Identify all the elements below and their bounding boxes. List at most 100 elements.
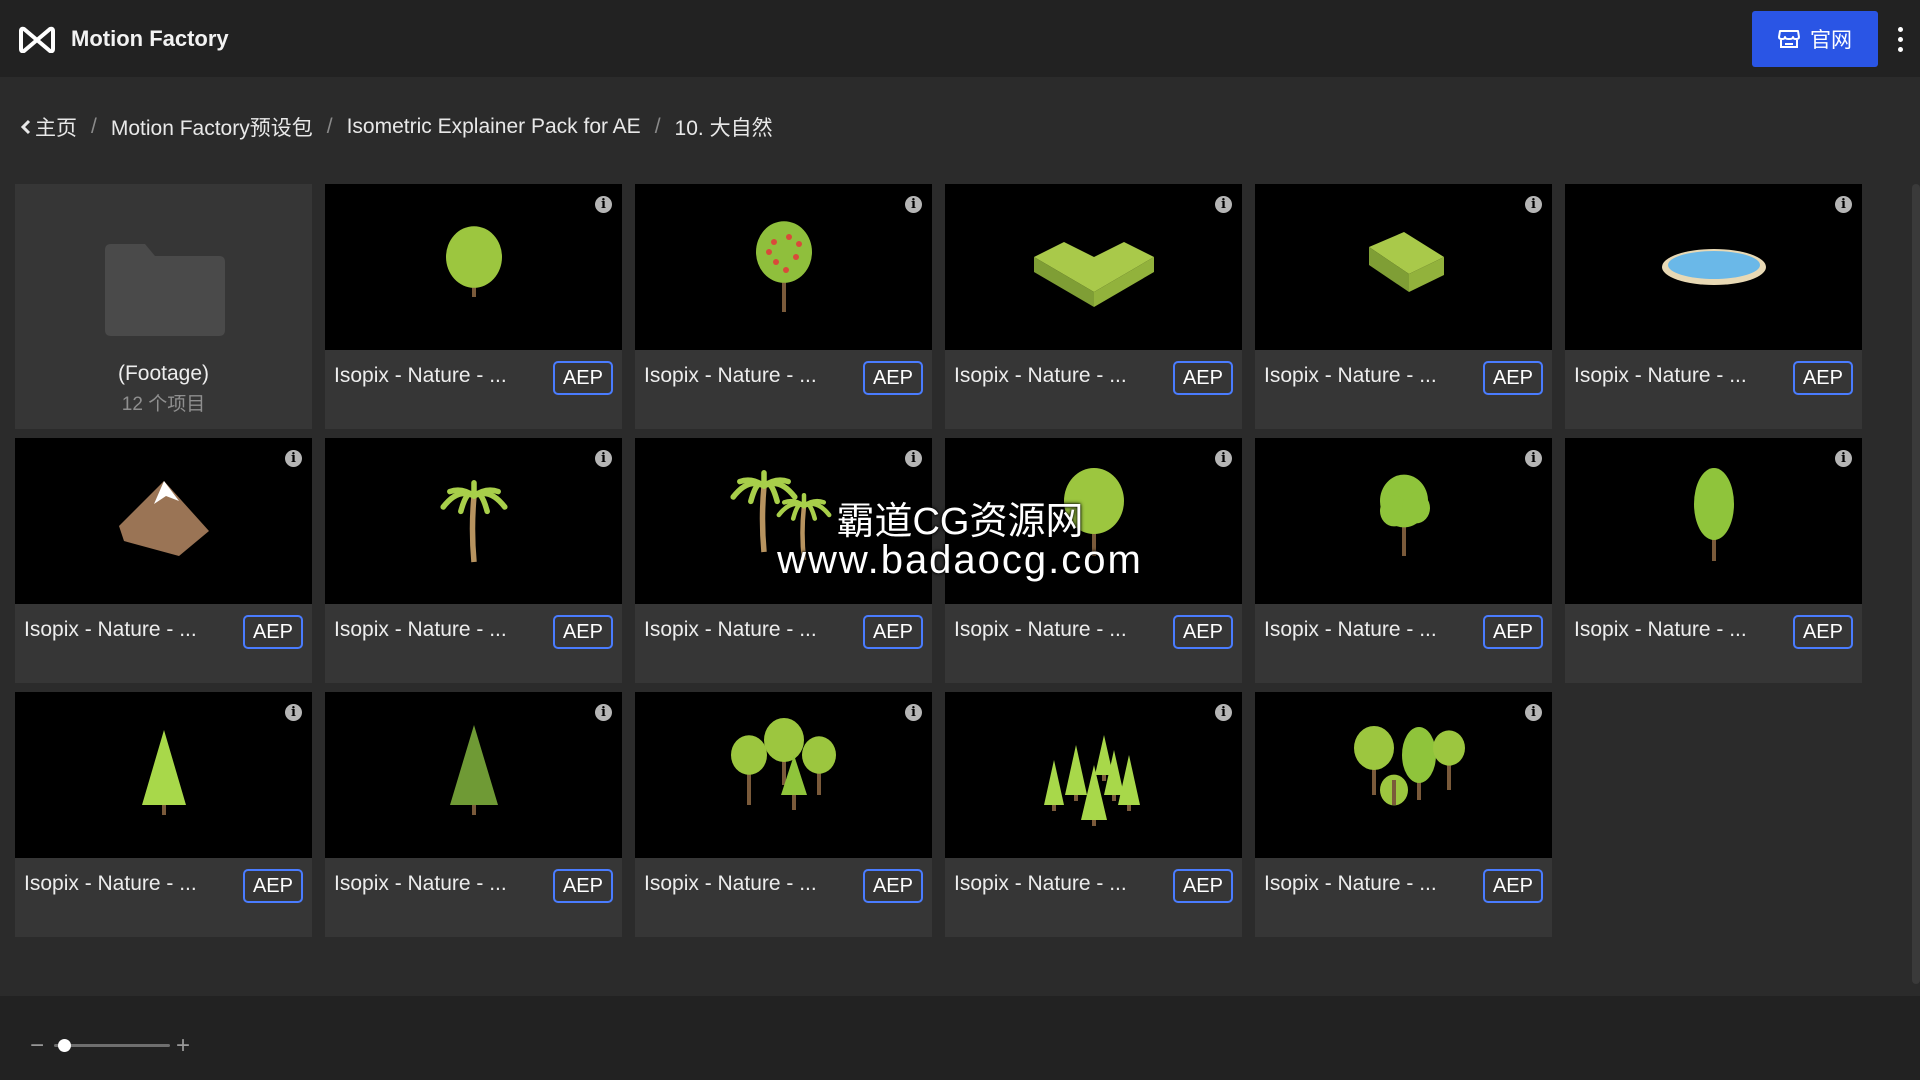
asset-thumbnail[interactable] <box>325 692 622 858</box>
folder-icon <box>105 244 225 336</box>
breadcrumb-separator: / <box>654 115 661 138</box>
asset-title: Isopix - Nature - ... <box>1574 618 1747 641</box>
info-icon[interactable]: i <box>1525 704 1542 721</box>
chevron-left-icon[interactable] <box>20 118 32 136</box>
cone-tree-icon <box>141 730 186 815</box>
asset-card[interactable]: i Isopix - Nature - ... AEP <box>1565 184 1862 429</box>
asset-title: Isopix - Nature - ... <box>334 872 507 895</box>
top-bar: Motion Factory 官网 <box>0 0 1920 77</box>
info-icon[interactable]: i <box>1525 196 1542 213</box>
zoom-in-button[interactable]: + <box>176 1034 190 1058</box>
asset-thumbnail[interactable] <box>635 438 932 604</box>
zoom-slider-handle[interactable] <box>57 1039 71 1052</box>
asset-thumbnail[interactable] <box>945 438 1242 604</box>
breadcrumb-separator: / <box>326 115 333 138</box>
asset-thumbnail[interactable] <box>635 184 932 350</box>
asset-card[interactable]: i Isopix - Nature - ... AEP <box>15 438 312 683</box>
asset-thumbnail[interactable] <box>635 692 932 858</box>
aep-badge: AEP <box>242 615 303 649</box>
asset-title: Isopix - Nature - ... <box>954 872 1127 895</box>
info-icon[interactable]: i <box>595 704 612 721</box>
info-icon[interactable]: i <box>285 704 302 721</box>
asset-thumbnail[interactable] <box>945 184 1242 350</box>
asset-card[interactable]: i Isopix - Nature - ... AEP <box>945 692 1242 937</box>
asset-card[interactable]: i Isopix - Nature - ... AEP <box>1255 692 1552 937</box>
asset-title: Isopix - Nature - ... <box>24 872 197 895</box>
folder-title: (Footage) <box>117 362 210 385</box>
asset-thumbnail[interactable] <box>1255 692 1552 858</box>
asset-card[interactable]: i Isopix - Nature - ... AEP <box>325 692 622 937</box>
scrollbar[interactable] <box>1912 184 1920 984</box>
info-icon[interactable]: i <box>905 196 922 213</box>
asset-thumbnail[interactable] <box>1255 438 1552 604</box>
mixed-trees-icon <box>1353 726 1465 806</box>
asset-thumbnail[interactable] <box>15 692 312 858</box>
asset-title: Isopix - Nature - ... <box>644 872 817 895</box>
info-icon[interactable]: i <box>1835 450 1852 467</box>
asset-card[interactable]: i Isopix - Nature - ... AEP <box>945 438 1242 683</box>
info-icon[interactable]: i <box>1215 704 1232 721</box>
asset-card[interactable]: i Isopix - Nature - ... AEP <box>1565 438 1862 683</box>
asset-card[interactable]: i Isopix - Nature - ... AEP <box>1255 438 1552 683</box>
asset-card[interactable]: i Isopix - Nature - ... AEP <box>15 692 312 937</box>
info-icon[interactable]: i <box>905 450 922 467</box>
breadcrumb-current: 10. 大自然 <box>674 117 773 140</box>
info-icon[interactable]: i <box>595 450 612 467</box>
info-icon[interactable]: i <box>905 704 922 721</box>
folder-count: 12 个项目 <box>121 394 206 415</box>
folder-card-footage[interactable]: (Footage) 12 个项目 <box>15 184 312 429</box>
asset-card[interactable]: i Isopix - Nature - ... AEP <box>635 692 932 937</box>
zoom-out-button[interactable]: − <box>30 1034 44 1058</box>
motion-factory-logo-icon[interactable] <box>17 25 57 53</box>
asset-thumbnail[interactable] <box>1255 184 1552 350</box>
breadcrumb-home[interactable]: 主页 <box>35 112 77 142</box>
aep-badge: AEP <box>1482 361 1543 395</box>
asset-thumbnail[interactable] <box>1565 184 1862 350</box>
aep-badge: AEP <box>552 615 613 649</box>
fruit-tree-icon <box>755 221 812 312</box>
mountain-icon <box>118 481 209 556</box>
asset-card[interactable]: i Isopix - Nature - ... AEP <box>1255 184 1552 429</box>
aep-badge: AEP <box>1172 869 1233 903</box>
asset-card[interactable]: i Isopix - Nature - ... AEP <box>325 184 622 429</box>
aep-badge: AEP <box>1792 615 1853 649</box>
bushy-tree-icon <box>1379 474 1430 556</box>
aep-badge: AEP <box>1482 869 1543 903</box>
app-title: Motion Factory <box>71 25 229 51</box>
asset-thumbnail[interactable] <box>945 692 1242 858</box>
pine-forest-icon <box>1043 735 1140 826</box>
info-icon[interactable]: i <box>1215 196 1232 213</box>
info-icon[interactable]: i <box>1835 196 1852 213</box>
asset-title: Isopix - Nature - ... <box>954 618 1127 641</box>
asset-title: Isopix - Nature - ... <box>1264 364 1437 387</box>
asset-title: Isopix - Nature - ... <box>1574 364 1747 387</box>
asset-title: Isopix - Nature - ... <box>24 618 197 641</box>
asset-card[interactable]: i Isopix - Nature - ... AEP <box>635 184 932 429</box>
asset-thumbnail[interactable] <box>1565 438 1862 604</box>
corner-hedge-icon <box>1033 242 1154 307</box>
aep-badge: AEP <box>1792 361 1853 395</box>
asset-title: Isopix - Nature - ... <box>1264 872 1437 895</box>
aep-badge: AEP <box>552 361 613 395</box>
asset-title: Isopix - Nature - ... <box>954 364 1127 387</box>
aep-badge: AEP <box>862 615 923 649</box>
breadcrumb-presets[interactable]: Motion Factory预设包 <box>111 112 313 142</box>
palm-tree-icon <box>439 480 508 563</box>
bottom-bar <box>0 996 1920 1080</box>
breadcrumb-pack[interactable]: Isometric Explainer Pack for AE <box>347 115 641 139</box>
asset-card[interactable]: i Isopix - Nature - ... AEP <box>945 184 1242 429</box>
asset-card[interactable]: i Isopix - Nature - ... AEP <box>325 438 622 683</box>
asset-thumbnail[interactable] <box>15 438 312 604</box>
aep-badge: AEP <box>862 869 923 903</box>
asset-thumbnail[interactable] <box>325 184 622 350</box>
info-icon[interactable]: i <box>595 196 612 213</box>
more-menu-icon[interactable] <box>1890 22 1910 56</box>
info-icon[interactable]: i <box>285 450 302 467</box>
info-icon[interactable]: i <box>1215 450 1232 467</box>
official-site-button[interactable]: 官网 <box>1752 11 1878 67</box>
asset-card[interactable]: i Isopix - Nature - ... AEP <box>635 438 932 683</box>
asset-thumbnail[interactable] <box>325 438 622 604</box>
info-icon[interactable]: i <box>1525 450 1542 467</box>
zoom-slider-track[interactable] <box>54 1044 170 1047</box>
aep-badge: AEP <box>862 361 923 395</box>
